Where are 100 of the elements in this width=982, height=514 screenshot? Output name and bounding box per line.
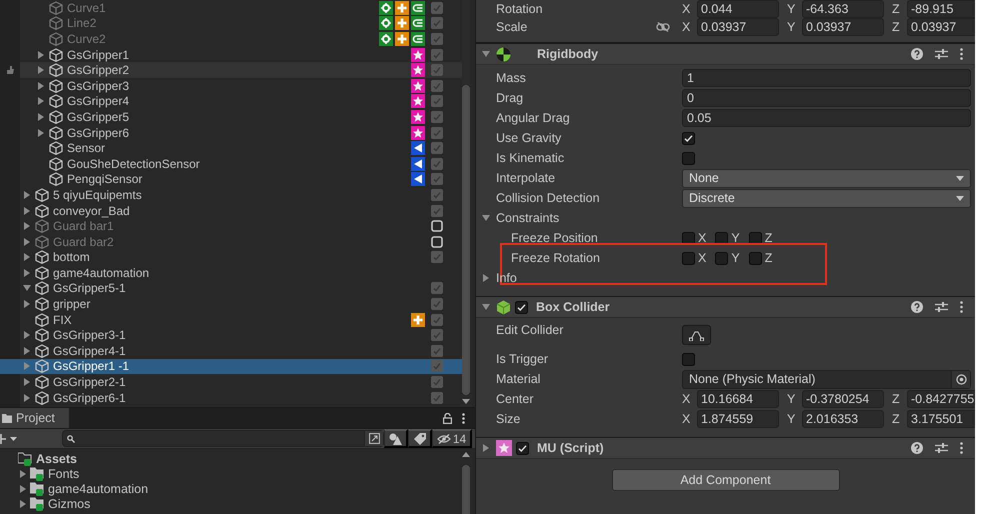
expand-arrow-icon[interactable] bbox=[23, 331, 31, 340]
checkbox[interactable] bbox=[682, 132, 695, 144]
expand-arrow-icon[interactable] bbox=[23, 222, 31, 230]
expand-arrow-icon[interactable] bbox=[37, 66, 45, 74]
folder-item[interactable]: Gizmos bbox=[0, 496, 475, 511]
expand-arrow-icon[interactable] bbox=[19, 470, 27, 478]
number-field[interactable]: 1.874559 bbox=[697, 410, 779, 428]
hierarchy-item[interactable]: gripper bbox=[0, 296, 462, 312]
foldout[interactable]: Constraints bbox=[482, 211, 560, 225]
hidden-packages-button[interactable]: 14 bbox=[432, 429, 472, 448]
checkbox[interactable] bbox=[682, 232, 695, 244]
expand-arrow-icon[interactable] bbox=[23, 300, 31, 308]
active-checkbox[interactable] bbox=[431, 188, 443, 201]
hierarchy-item[interactable]: GsGripper3-1 bbox=[0, 327, 462, 344]
edit-collider-button[interactable] bbox=[682, 325, 711, 345]
number-field[interactable]: 0.03937 bbox=[802, 18, 884, 36]
checkbox[interactable] bbox=[682, 252, 695, 264]
help-icon[interactable] bbox=[911, 442, 923, 454]
menu-icon[interactable] bbox=[960, 301, 963, 313]
hierarchy-item[interactable]: GsGripper6 bbox=[0, 124, 462, 140]
expand-arrow-icon[interactable] bbox=[23, 284, 31, 292]
expand-arrow-icon[interactable] bbox=[482, 274, 490, 282]
active-checkbox[interactable] bbox=[431, 376, 443, 388]
expand-window-icon[interactable] bbox=[368, 433, 380, 444]
expand-arrow-icon[interactable] bbox=[23, 268, 31, 277]
component-header[interactable]: Rigidbody bbox=[476, 43, 975, 65]
checkbox[interactable] bbox=[748, 252, 762, 264]
sliders-icon[interactable] bbox=[935, 442, 948, 454]
active-checkbox[interactable] bbox=[431, 17, 443, 30]
active-checkbox[interactable] bbox=[431, 110, 443, 123]
hierarchy-item[interactable]: GsGripper5-1 bbox=[0, 280, 462, 296]
hierarchy-item[interactable]: GsGripper4 bbox=[0, 94, 462, 110]
hierarchy-item[interactable]: GsGripper6-1 bbox=[0, 390, 462, 406]
number-field[interactable]: 2.016353 bbox=[802, 410, 884, 428]
expand-arrow-icon[interactable] bbox=[23, 378, 31, 386]
scroll-down-icon[interactable] bbox=[462, 399, 470, 405]
expand-arrow-icon[interactable] bbox=[37, 82, 45, 90]
expand-arrow-icon[interactable] bbox=[23, 346, 31, 355]
active-checkbox[interactable] bbox=[431, 48, 443, 61]
link-icon[interactable] bbox=[656, 22, 670, 32]
scrollbar-thumb[interactable] bbox=[462, 85, 470, 395]
lock-icon[interactable] bbox=[443, 412, 452, 424]
hierarchy-item[interactable]: GsGripper3 bbox=[0, 78, 462, 94]
folder-item[interactable]: game4automation bbox=[0, 481, 475, 496]
hierarchy-item[interactable]: GouSheDetectionSensor bbox=[0, 156, 462, 172]
number-field[interactable]: 0 bbox=[682, 89, 971, 107]
active-checkbox[interactable] bbox=[431, 251, 443, 264]
expand-arrow-icon[interactable] bbox=[19, 484, 27, 492]
number-field[interactable]: -0.3780254 bbox=[802, 390, 884, 408]
hierarchy-item[interactable]: game4automation bbox=[0, 265, 462, 281]
expand-arrow-icon[interactable] bbox=[19, 500, 27, 508]
active-checkbox[interactable] bbox=[431, 236, 443, 248]
hierarchy-item[interactable]: PengqiSensor bbox=[0, 172, 462, 188]
active-checkbox[interactable] bbox=[431, 142, 443, 154]
component-header[interactable]: MU (Script) bbox=[476, 437, 975, 459]
project-tab[interactable]: Project bbox=[0, 408, 69, 428]
scroll-up-icon[interactable] bbox=[462, 451, 470, 457]
number-field[interactable]: 0.044 bbox=[697, 0, 779, 18]
foldout-arrow-icon[interactable] bbox=[482, 444, 490, 452]
number-field[interactable]: 1 bbox=[682, 69, 971, 87]
hierarchy-item[interactable]: Sensor bbox=[0, 140, 462, 156]
number-field[interactable]: -0.8427755 bbox=[907, 390, 975, 408]
menu-icon[interactable] bbox=[462, 412, 465, 424]
hierarchy-item[interactable]: GsGripper5 bbox=[0, 109, 462, 125]
folder-item[interactable]: Fonts bbox=[0, 466, 475, 481]
hierarchy-item[interactable]: GsGripper4-1 bbox=[0, 343, 462, 359]
dropdown[interactable]: Discrete bbox=[682, 188, 971, 208]
checkbox[interactable] bbox=[715, 232, 728, 244]
expand-arrow-icon[interactable] bbox=[23, 253, 31, 262]
filter-label-button[interactable] bbox=[408, 429, 432, 448]
checkbox[interactable] bbox=[682, 352, 695, 366]
active-checkbox[interactable] bbox=[431, 64, 443, 76]
number-field[interactable]: -89.915 bbox=[907, 0, 975, 18]
foldout-arrow-icon[interactable] bbox=[482, 50, 490, 58]
number-field[interactable]: 3.175501 bbox=[907, 410, 975, 428]
expand-arrow-icon[interactable] bbox=[37, 112, 45, 121]
hierarchy-item[interactable]: 5 qiyuEquipemts bbox=[0, 187, 462, 203]
scrollbar-thumb[interactable] bbox=[462, 465, 470, 514]
hierarchy-item[interactable]: bottom bbox=[0, 250, 462, 266]
scrollbar[interactable] bbox=[462, 451, 470, 514]
menu-icon[interactable] bbox=[960, 48, 963, 60]
hierarchy-item[interactable]: GsGripper1 bbox=[0, 46, 462, 62]
menu-icon[interactable] bbox=[960, 442, 963, 454]
expand-arrow-icon[interactable] bbox=[23, 190, 31, 199]
help-icon[interactable] bbox=[911, 48, 923, 60]
checkbox[interactable] bbox=[748, 232, 762, 244]
help-icon[interactable] bbox=[911, 301, 923, 313]
folder-item[interactable]: Assets bbox=[0, 451, 475, 466]
active-checkbox[interactable] bbox=[431, 173, 443, 186]
enabled-checkbox[interactable] bbox=[515, 300, 528, 314]
enabled-checkbox[interactable] bbox=[516, 442, 529, 454]
number-field[interactable]: 0.03937 bbox=[907, 18, 975, 36]
expand-arrow-icon[interactable] bbox=[23, 394, 31, 402]
expand-arrow-icon[interactable] bbox=[23, 238, 31, 246]
hierarchy-item[interactable]: GsGripper1 -1 bbox=[0, 358, 462, 374]
active-checkbox[interactable] bbox=[431, 329, 443, 342]
sliders-icon[interactable] bbox=[935, 48, 948, 60]
object-picker-icon[interactable] bbox=[956, 374, 966, 384]
checkbox[interactable] bbox=[715, 252, 728, 264]
active-checkbox[interactable] bbox=[431, 344, 443, 357]
